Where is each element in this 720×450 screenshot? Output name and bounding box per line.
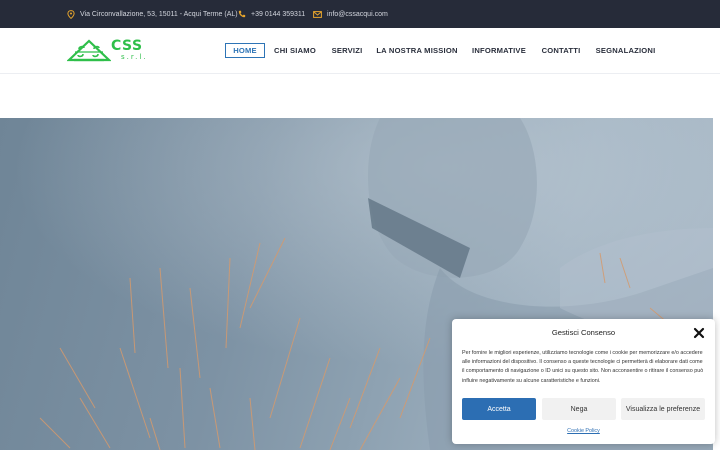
cookie-title: Gestisci Consenso: [551, 328, 616, 337]
cookie-description: Per fornire le migliori esperienze, util…: [462, 350, 704, 384]
address-item: Via Circonvallazione, 53, 15011 - Acqui …: [67, 0, 238, 28]
deny-button[interactable]: Nega: [542, 398, 616, 420]
phone-text: +39 0144 359311: [251, 10, 306, 18]
close-icon[interactable]: [693, 327, 705, 339]
phone-item[interactable]: +39 0144 359311: [238, 0, 305, 28]
nav-chi-siamo[interactable]: CHI SIAMO: [271, 43, 319, 58]
nav-home[interactable]: HOME: [225, 43, 265, 58]
location-pin-icon: [67, 9, 75, 19]
logo-text: CSS: [111, 38, 143, 54]
top-contact-bar: Via Circonvallazione, 53, 15011 - Acqui …: [0, 0, 720, 28]
logo-mark: [67, 39, 111, 62]
nav-servizi[interactable]: SERVIZI: [328, 43, 366, 58]
site-header: CSS s.r.l. HOME CHI SIAMO SERVIZI LA NOS…: [0, 28, 720, 74]
phone-icon: [238, 10, 246, 18]
email-text: info@cssacqui.com: [327, 10, 388, 18]
nav-la-nostra-mission[interactable]: LA NOSTRA MISSION: [376, 43, 458, 58]
nav-informative[interactable]: INFORMATIVE: [470, 43, 528, 58]
cookie-consent-dialog: Gestisci Consenso Per fornire le miglior…: [452, 319, 715, 444]
preferences-button[interactable]: Visualizza le preferenze: [621, 398, 705, 420]
site-logo[interactable]: CSS s.r.l.: [67, 38, 151, 63]
address-text: Via Circonvallazione, 53, 15011 - Acqui …: [80, 10, 238, 18]
nav-contatti[interactable]: CONTATTI: [539, 43, 583, 58]
envelope-icon: [313, 10, 322, 18]
logo-subtext: s.r.l.: [121, 53, 148, 61]
email-item[interactable]: info@cssacqui.com: [313, 0, 388, 28]
cookie-policy-link[interactable]: Cookie Policy: [452, 428, 715, 434]
accept-button[interactable]: Accetta: [462, 398, 536, 420]
nav-segnalazioni[interactable]: SEGNALAZIONI: [594, 43, 657, 58]
